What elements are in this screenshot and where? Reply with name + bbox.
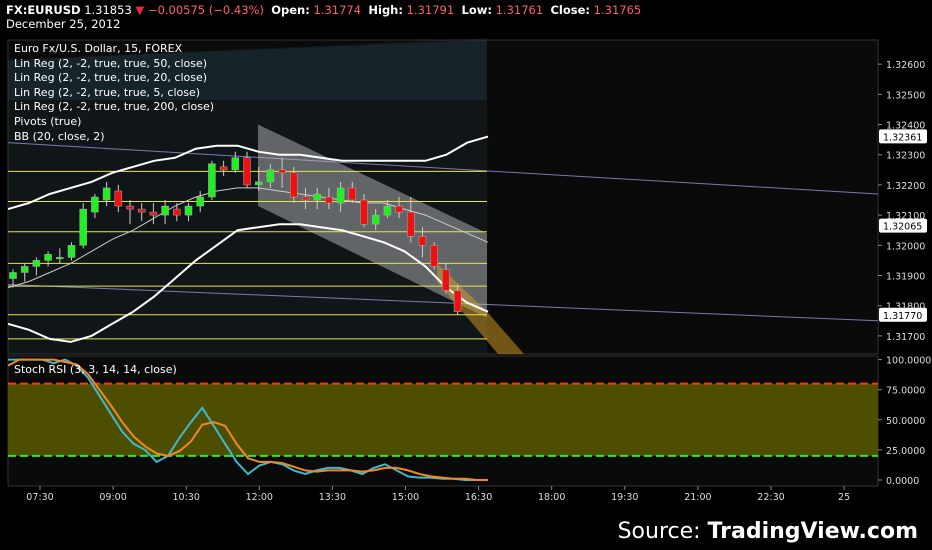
price-tick-label: 1.31700 (886, 332, 925, 343)
stoch-tick-label: 25.0000 (886, 446, 925, 457)
source-prefix: Source: (617, 519, 708, 544)
candle-body (453, 290, 462, 312)
price-tick-label: 1.31900 (886, 272, 925, 283)
source-credit: Source: TradingView.com (618, 519, 918, 544)
legend-item[interactable]: Lin Reg (2, -2, true, true, 5, close) (14, 86, 214, 101)
candle-body (173, 208, 181, 216)
low-label: Low: (461, 3, 492, 17)
header-quote: FX:EURUSD 1.31853 ▼ −0.00575 (−0.43%) Op… (6, 3, 641, 17)
legend-item[interactable]: Pivots (true) (14, 115, 214, 130)
candle-body (360, 199, 368, 225)
time-tick-label: 10:30 (173, 492, 200, 503)
candle-body (196, 196, 204, 207)
candle-body (149, 211, 158, 216)
candle-body (407, 211, 415, 237)
stoch-tick-label: 0.0000 (886, 476, 919, 487)
candle-body (371, 214, 380, 225)
open-label: Open: (271, 3, 310, 17)
legend-item[interactable]: BB (20, close, 2) (14, 130, 214, 145)
candle-body (126, 205, 134, 210)
candle-body (219, 166, 228, 171)
candle-body (290, 172, 298, 198)
candle-body (79, 208, 87, 246)
last-price: 1.31853 (84, 3, 132, 17)
candle-body (9, 272, 17, 279)
legend-item[interactable]: Euro Fx/U.S. Dollar, 15, FOREX (14, 42, 214, 57)
candle-body (56, 257, 64, 260)
change: −0.00575 (−0.43%) (147, 3, 264, 17)
time-tick-label: 19:30 (611, 492, 638, 503)
candle-body (114, 190, 123, 207)
candle-body (313, 193, 321, 201)
candle-body (348, 187, 357, 201)
symbol[interactable]: FX:EURUSD (6, 3, 81, 17)
candle-body (395, 205, 403, 213)
high-value: 1.31791 (406, 3, 455, 17)
time-tick-label: 09:00 (99, 492, 126, 503)
price-tick-label: 1.32000 (886, 241, 925, 252)
time-tick-label: 15:00 (392, 492, 419, 503)
candle-body (278, 169, 286, 174)
candle-body (430, 245, 438, 267)
candle-body (383, 205, 392, 216)
time-tick-label: 21:00 (684, 492, 711, 503)
low-value: 1.31761 (495, 3, 544, 17)
stoch-band (8, 382, 878, 457)
candle-body (91, 196, 99, 213)
candle-body (102, 187, 111, 201)
candle-body (442, 269, 450, 291)
stoch-tick-label: 75.0000 (886, 386, 925, 397)
candle-body (243, 157, 251, 186)
price-tick-label: 1.32300 (886, 151, 925, 162)
stoch-tick-label: 50.0000 (886, 416, 925, 427)
legend-item[interactable]: Lin Reg (2, -2, true, true, 200, close) (14, 100, 214, 115)
stoch-zone (8, 383, 878, 456)
down-arrow-icon: ▼ (135, 3, 145, 17)
candle-body (67, 245, 76, 258)
stoch-rsi-title[interactable]: Stoch RSI (3, 3, 14, 14, close) (14, 363, 177, 376)
high-label: High: (368, 3, 403, 17)
candle-body (32, 260, 41, 267)
indicator-legend: Euro Fx/U.S. Dollar, 15, FOREX Lin Reg (… (14, 42, 214, 144)
stoch-tick-label: 100.0000 (886, 356, 931, 367)
source-brand: TradingView.com (707, 519, 918, 544)
price-marker-label: 1.31770 (883, 311, 922, 322)
close-label: Close: (550, 3, 591, 17)
candle-body (325, 196, 333, 204)
legend-item[interactable]: Lin Reg (2, -2, true, true, 20, close) (14, 71, 214, 86)
legend-item[interactable]: Lin Reg (2, -2, true, true, 50, close) (14, 57, 214, 72)
candle-body (336, 187, 345, 204)
candle-body (137, 208, 146, 213)
time-tick-label: 07:30 (26, 492, 53, 503)
candle-body (418, 236, 427, 246)
close-value: 1.31765 (593, 3, 642, 17)
time-tick-label: 25 (838, 492, 850, 503)
price-marker-label: 1.32065 (883, 222, 922, 233)
candle-body (208, 163, 216, 198)
candle-body (184, 205, 193, 216)
open-value: 1.31774 (313, 3, 362, 17)
candle-body (161, 205, 169, 216)
candle-body (231, 157, 240, 171)
candle-body (301, 196, 310, 201)
candle-body (254, 181, 263, 186)
header-date: December 25, 2012 (6, 17, 121, 31)
price-tick-label: 1.32500 (886, 90, 925, 101)
time-tick-label: 13:30 (319, 492, 346, 503)
price-tick-label: 1.32200 (886, 181, 925, 192)
candle-body (20, 266, 29, 273)
candle-body (266, 169, 275, 183)
price-marker-label: 1.32361 (883, 132, 922, 143)
time-tick-label: 18:00 (538, 492, 565, 503)
candle-body (44, 254, 52, 261)
price-tick-label: 1.32600 (886, 60, 925, 71)
time-tick-label: 22:30 (757, 492, 784, 503)
time-tick-label: 16:30 (465, 492, 492, 503)
time-tick-label: 12:00 (246, 492, 273, 503)
